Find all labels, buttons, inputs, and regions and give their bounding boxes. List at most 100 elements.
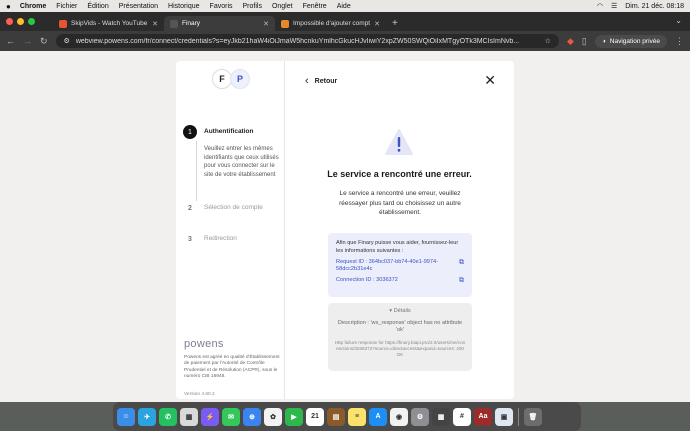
request-id: Request ID : 364bc037-bb74-40e1-9974-58d… [336,259,439,273]
finder-icon[interactable]: ☺ [117,407,135,426]
menu-bar: ● Chrome Fichier Édition Présentation Hi… [0,0,690,12]
tab-close-icon[interactable]: ✕ [374,20,380,28]
error-message: Le service a rencontré une erreur, veuil… [339,190,461,216]
preview-icon[interactable]: ▣ [495,407,513,426]
new-tab-button[interactable]: + [392,16,398,31]
version-label: Version 4.60.2 [184,392,215,397]
step-redirection: 3 Redirection [183,232,237,246]
address-bar[interactable]: ⚙ webview.powens.com/fr/connect/credenti… [55,34,559,48]
extension-icon[interactable]: ◆ [567,36,574,47]
step-label: Authentification [204,128,254,135]
back-arrow-icon[interactable]: ← [6,36,15,46]
photos-icon[interactable]: ✿ [264,407,282,426]
connection-id: Connection ID : 3036372 [336,277,398,284]
menu-presentation[interactable]: Présentation [119,3,158,10]
tab-search-icon[interactable]: ⌄ [675,16,682,25]
tab-title: Finary [182,20,201,27]
private-browsing-badge[interactable]: ◑ Navigation privée [594,34,667,48]
tab-title: Impossible d'ajouter compte [293,20,371,27]
site-info-icon[interactable]: ⚙ [64,37,70,45]
menu-onglet[interactable]: Onglet [272,3,293,10]
settings-icon[interactable]: ⚙ [411,407,429,426]
app-store-icon[interactable]: A [369,407,387,426]
step-connector [196,141,197,201]
telegram-icon[interactable]: ✈ [138,407,156,426]
launchpad-icon[interactable]: ▦ [180,407,198,426]
dictionary-icon[interactable]: Aa [474,407,492,426]
details-toggle[interactable]: ▾ Détails [334,308,466,314]
warning-icon [385,129,413,155]
menu-favoris[interactable]: Favoris [210,3,233,10]
whatsapp-icon[interactable]: ✆ [159,407,177,426]
menu-edition[interactable]: Édition [87,3,108,10]
more-menu-icon[interactable]: ⋮ [675,36,684,47]
private-label: Navigation privée [609,37,660,45]
tab-skipvids[interactable]: SkipVids - Watch YouTube Vide ✕ [53,16,164,31]
steps-panel: F P 1 Authentification Veuillez entrer l… [176,61,285,399]
zoom-window-button[interactable] [28,18,35,25]
chrome-icon[interactable]: ◉ [390,407,408,426]
menu-profils[interactable]: Profils [243,3,262,10]
notes-icon[interactable]: ≡ [348,407,366,426]
dock-separator [518,407,519,426]
copy-icon[interactable]: ⧉ [459,259,464,273]
step-selection-compte: 2 Sélection de compte [183,201,263,215]
skipvids-icon [59,19,67,28]
finary-logo: F [212,69,232,89]
step-label: Redirection [204,235,237,242]
menu-fichier[interactable]: Fichier [56,3,77,10]
close-window-button[interactable] [6,18,13,25]
minimize-window-button[interactable] [17,18,24,25]
menu-historique[interactable]: Historique [168,3,200,10]
powens-logo: P [230,69,250,89]
control-center-icon[interactable]: ☰ [611,2,617,10]
menu-datetime[interactable]: Dim. 21 déc. 08:18 [625,3,684,10]
finary-icon [281,19,289,28]
url-text: webview.powens.com/fr/connect/credential… [75,37,520,45]
menu-fenetre[interactable]: Fenêtre [303,3,327,10]
tab-close-icon[interactable]: ✕ [263,20,269,28]
request-id-row: Request ID : 364bc037-bb74-40e1-9974-58d… [336,259,464,273]
messenger-icon[interactable]: ⚡ [201,407,219,426]
tab-finary[interactable]: Finary ✕ [164,16,275,31]
facetime-icon[interactable]: ▶ [285,407,303,426]
support-info-box: Afin que Finary puisse vous aider, fourn… [328,233,472,297]
messages-icon[interactable]: ✉ [222,407,240,426]
calendar-icon[interactable]: 21 [306,407,324,426]
incognito-icon: ◑ [601,37,606,45]
menu-app-name[interactable]: Chrome [20,3,46,10]
notes-brown-icon[interactable]: ▤ [327,407,345,426]
tab-impossible-ajouter[interactable]: Impossible d'ajouter compte ✕ [275,16,386,31]
close-icon[interactable]: ✕ [484,72,496,89]
details-box: ▾ Détails Description : 'ws_response' ob… [328,303,472,371]
calculator-icon[interactable]: ▦ [432,407,450,426]
forward-arrow-icon[interactable]: → [23,36,32,46]
side-panel-icon[interactable]: ▯ [582,36,587,47]
bookmark-star-icon[interactable]: ☆ [545,37,551,45]
tab-title: SkipVids - Watch YouTube Vide [71,20,148,27]
copy-icon[interactable]: ⧉ [459,277,464,285]
back-button[interactable]: ‹ Retour [305,75,337,87]
step-number: 1 [183,125,197,139]
apple-icon[interactable]: ● [6,2,11,11]
safari-icon[interactable]: ⊕ [243,407,261,426]
details-description: Description : 'ws_response' object has n… [337,320,463,334]
slack-icon[interactable]: # [453,407,471,426]
step-description: Veuillez entrer les mêmes identifiants q… [204,146,279,178]
wifi-icon[interactable]: ◠ [597,2,603,10]
step-label: Sélection de compte [204,204,263,211]
menu-aide[interactable]: Aide [337,3,351,10]
chevron-left-icon: ‹ [305,75,309,87]
error-title: Le service a rencontré une erreur. [327,169,472,179]
reload-icon[interactable]: ↻ [40,36,48,47]
powens-wordmark: powens [184,338,224,350]
trash-icon[interactable]: 🗑 [524,407,542,426]
error-panel: ‹ Retour ✕ Le service a rencontré une er… [285,61,514,399]
back-label: Retour [314,77,338,85]
connection-id-row: Connection ID : 3036372 ⧉ [336,277,464,285]
step-number: 3 [188,235,192,243]
tab-close-icon[interactable]: ✕ [152,20,158,28]
dock: ☺ ✈ ✆ ▦ ⚡ ✉ ⊕ ✿ ▶ 21 ▤ ≡ A ◉ ⚙ ▦ # Aa ▣ 🗑 [113,402,581,431]
details-raw-response: Http failure response for https://finary… [334,340,466,358]
logos: F P [212,69,250,89]
